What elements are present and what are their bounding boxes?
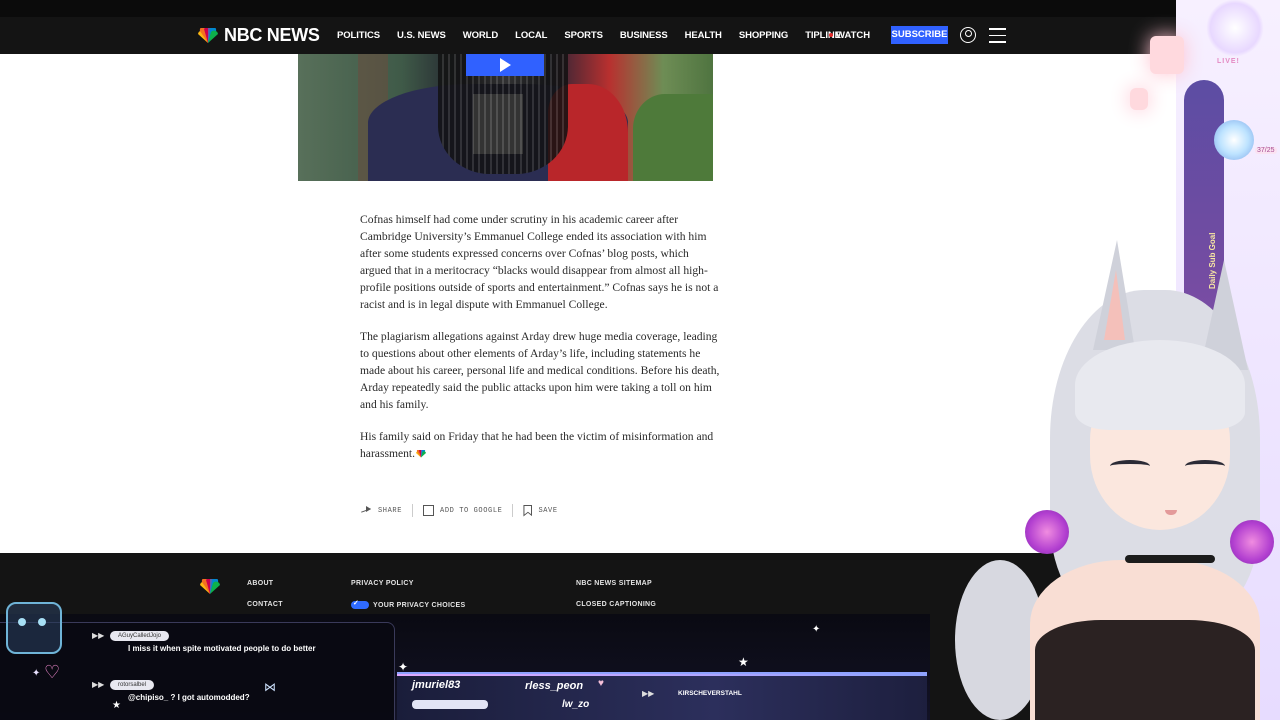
add-icon [423, 505, 435, 516]
flower-icon [1230, 520, 1274, 564]
lantern-icon [1130, 88, 1148, 110]
sparkle-icon: ✦ [812, 624, 821, 635]
sparkle-icon: ✦ [398, 660, 409, 674]
article-body: Cofnas himself had come under scrutiny i… [360, 211, 720, 477]
chat-message: @chipiso_ ? I got automodded? [128, 693, 250, 702]
nav-shopping[interactable]: SHOPPING [739, 30, 788, 41]
footer-contact-link[interactable]: CONTACT [247, 601, 283, 608]
nav-health[interactable]: HEALTH [685, 30, 722, 41]
twitter-handle: KIRSCHEVERSTAHL [678, 690, 742, 697]
privacy-toggle-icon [351, 599, 369, 609]
chat-message: I miss it when spite motivated people to… [128, 644, 316, 653]
nav-business[interactable]: BUSINESS [620, 30, 668, 41]
nav-politics[interactable]: POLITICS [337, 30, 380, 41]
footer-privacy-choices-link[interactable]: YOUR PRIVACY CHOICES [351, 599, 465, 609]
article-actions: SHARE ADD TO GOOGLE SAVE [360, 504, 558, 517]
chat-arrow-icon: ▶▶ [92, 631, 105, 640]
sparkle-icon: ★ [738, 655, 749, 669]
peacock-icon [198, 27, 218, 43]
save-button[interactable]: SAVE [523, 504, 557, 517]
flower-icon [1025, 510, 1069, 554]
bow-icon: ⋈ [264, 680, 276, 694]
add-to-google-button[interactable]: ADD TO GOOGLE [423, 505, 502, 516]
play-button-icon[interactable] [466, 54, 544, 76]
star-icon: ✦ [32, 668, 41, 679]
footer-closed-captioning-link[interactable]: CLOSED CAPTIONING [576, 601, 656, 608]
watch-link[interactable]: WATCH [829, 30, 870, 41]
video-player[interactable] [298, 54, 713, 181]
arrow-icon: ▶▶ [642, 689, 655, 698]
vtuber-avatar [930, 230, 1280, 720]
star-decor-icon [1205, 0, 1265, 56]
share-icon [360, 505, 372, 516]
live-label: LIVE! [1217, 58, 1240, 65]
chat-username: AGuyCalledJojo [110, 631, 170, 641]
logo-text: NBC NEWS [224, 25, 320, 45]
lantern-icon [1150, 36, 1184, 74]
article-paragraph: The plagiarism allegations against Arday… [360, 330, 720, 411]
top-strip [0, 0, 1280, 17]
recent-followers-bar [397, 672, 927, 720]
footer-sitemap-link[interactable]: NBC NEWS SITEMAP [576, 580, 652, 587]
chat-arrow-icon: ▶▶ [92, 680, 105, 689]
follower-name: rless_peon [525, 680, 584, 692]
orb-icon [1214, 120, 1254, 160]
nav-local[interactable]: LOCAL [515, 30, 547, 41]
end-peacock-icon [416, 450, 427, 458]
nbc-news-logo[interactable]: NBC NEWS [196, 25, 320, 46]
nav-us-news[interactable]: U.S. NEWS [397, 30, 446, 41]
footer-about-link[interactable]: ABOUT [247, 580, 273, 587]
article-paragraph-last: His family said on Friday that he had be… [360, 430, 714, 460]
sub-goal-count: 37/25 [1255, 147, 1277, 154]
account-icon[interactable] [960, 27, 976, 43]
subscribe-button[interactable]: SUBSCRIBE [891, 26, 948, 44]
bookmark-icon [523, 504, 533, 517]
nav-world[interactable]: WORLD [463, 30, 498, 41]
watch-label: WATCH [836, 30, 871, 41]
live-dot-icon [829, 33, 833, 38]
site-header: NBC NEWS POLITICS U.S. NEWS WORLD LOCAL … [0, 17, 1280, 54]
footer-peacock-icon[interactable] [197, 579, 223, 595]
hamburger-menu-icon[interactable] [989, 28, 1006, 43]
footer-privacy-policy-link[interactable]: PRIVACY POLICY [351, 580, 414, 587]
chat-username: rotorsalbel [110, 680, 155, 690]
follower-name: jmuriel83 [412, 679, 461, 691]
share-button[interactable]: SHARE [360, 505, 402, 516]
article-paragraph: Cofnas himself had come under scrutiny i… [360, 213, 719, 311]
heart-icon: ♡ [44, 662, 61, 682]
chat-robot-icon [6, 602, 62, 654]
sparkle-icon: ★ [112, 700, 121, 711]
main-nav: POLITICS U.S. NEWS WORLD LOCAL SPORTS BU… [337, 30, 858, 41]
heart-icon: ♥ [598, 678, 604, 689]
follower-name: lw_zo [562, 699, 590, 710]
nav-sports[interactable]: SPORTS [564, 30, 603, 41]
